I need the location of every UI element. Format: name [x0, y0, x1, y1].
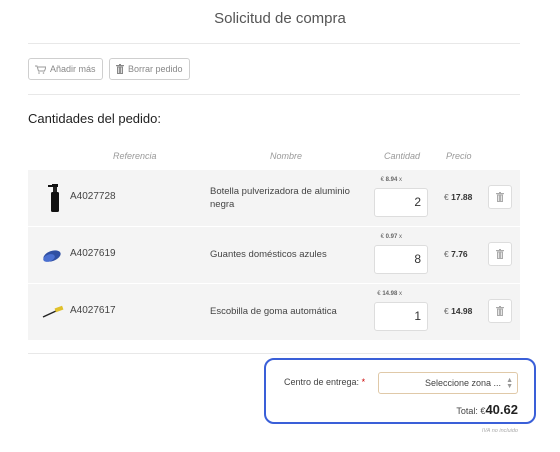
item-name: Botella pulverizadora de aluminio negra [210, 186, 350, 210]
divider [28, 43, 520, 44]
line-total: € 14.98 [444, 306, 473, 316]
delivery-zone-select[interactable]: Seleccione zona ... ▲ ▼ [378, 372, 518, 394]
add-more-label: Añadir más [50, 64, 96, 74]
item-ref: A4027728 [70, 191, 116, 202]
item-name: Escobilla de goma automática [210, 306, 337, 317]
column-header-ref: Referencia [113, 151, 157, 161]
column-header-qty: Cantidad [384, 151, 421, 161]
quantity-input[interactable]: 8 [374, 245, 428, 274]
squeegee-icon [38, 296, 66, 328]
unit-price: € 14.98 x [377, 291, 402, 297]
section-title: Cantidades del pedido: [28, 111, 161, 126]
table-row: A4027617 Escobilla de goma automática € … [28, 284, 520, 340]
vat-note: IVA no incluido [481, 428, 518, 434]
table-row: A4027619 Guantes domésticos azules € 0.9… [28, 227, 520, 283]
divider [28, 94, 520, 95]
required-mark: * [361, 377, 366, 387]
add-more-button[interactable]: Añadir más [28, 58, 103, 80]
line-total: € 7.76 [444, 249, 468, 259]
item-ref: A4027617 [70, 305, 116, 316]
quantity-input[interactable]: 2 [374, 188, 428, 217]
spray-bottle-icon [38, 182, 66, 214]
select-arrows-icon: ▲ ▼ [506, 377, 513, 390]
cart-icon [35, 65, 46, 74]
column-header-name: Nombre [270, 151, 303, 161]
delete-item-button[interactable] [488, 299, 512, 323]
quantity-input[interactable]: 1 [374, 302, 428, 331]
page-title: Solicitud de compra [214, 10, 346, 27]
item-ref: A4027619 [70, 248, 116, 259]
divider [28, 353, 520, 354]
delete-item-button[interactable] [488, 185, 512, 209]
unit-price: € 0.97 x [380, 234, 402, 240]
clear-order-label: Borrar pedido [128, 64, 183, 74]
order-total: Total: €40.62 [456, 402, 518, 417]
line-total: € 17.88 [444, 192, 473, 202]
column-header-price: Precio [446, 151, 472, 161]
trash-icon [116, 64, 124, 74]
gloves-icon [38, 239, 66, 271]
delete-item-button[interactable] [488, 242, 512, 266]
table-row: A4027728 Botella pulverizadora de alumin… [28, 170, 520, 226]
delivery-label: Centro de entrega: * [284, 377, 366, 387]
clear-order-button[interactable]: Borrar pedido [109, 58, 190, 80]
item-name: Guantes domésticos azules [210, 249, 327, 260]
unit-price: € 8.94 x [380, 177, 402, 183]
